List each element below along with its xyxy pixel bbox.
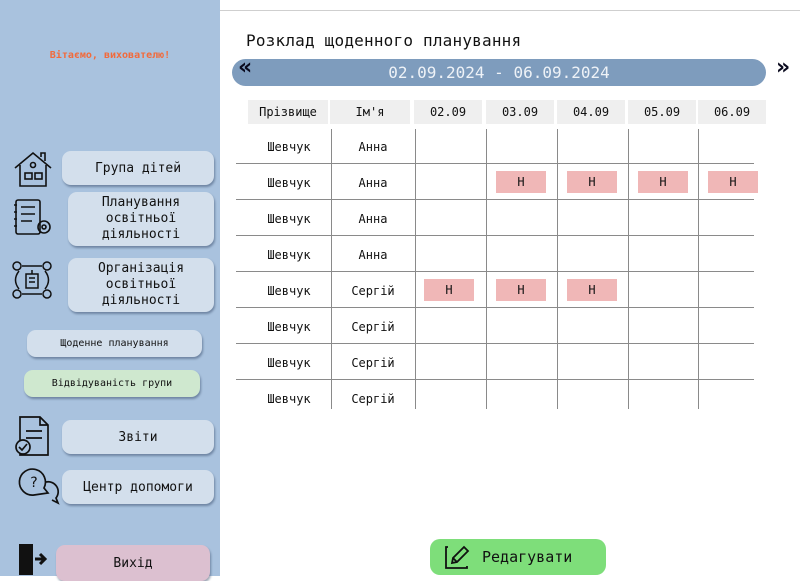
surname-cell: Шевчук — [267, 356, 311, 370]
exit-icon — [19, 544, 48, 575]
surname-cell: Шевчук — [267, 212, 311, 226]
reports-button[interactable]: Звіти — [62, 420, 214, 454]
planning-button[interactable]: Планування освітньої діяльності — [68, 192, 214, 246]
network-icon — [12, 261, 52, 299]
surname-header: Прізвище — [248, 100, 328, 124]
surname-cell: Шевчук — [267, 140, 311, 154]
day-2-header: 03.09 — [486, 100, 554, 124]
help-icon: ? — [18, 468, 60, 505]
sidebar: Вітаємо, вихователю! Група дітей Планува… — [0, 0, 220, 581]
checklist-icon — [14, 199, 51, 235]
name-cell: Анна — [358, 176, 388, 190]
report-icon — [15, 416, 49, 456]
name-cell: Сергій — [351, 392, 395, 406]
row-divider — [236, 235, 754, 236]
edit-button-label: Редагувати — [482, 548, 573, 566]
row-divider — [236, 271, 754, 272]
row-divider — [236, 307, 754, 308]
column-divider — [331, 129, 332, 409]
column-divider — [698, 129, 699, 409]
column-divider — [628, 129, 629, 409]
surname-cell: Шевчук — [267, 392, 311, 406]
help-center-button[interactable]: Центр допомоги — [62, 470, 214, 504]
absence-mark[interactable]: Н — [496, 171, 546, 193]
page-title: Розклад щоденного планування — [246, 31, 522, 50]
column-divider — [486, 129, 487, 409]
top-divider — [220, 10, 800, 11]
absence-mark[interactable]: Н — [496, 279, 546, 301]
day-3-header: 04.09 — [557, 100, 625, 124]
svg-text:?: ? — [30, 475, 37, 491]
daily-planning-button[interactable]: Щоденне планування — [27, 330, 202, 357]
absence-mark[interactable]: Н — [567, 171, 617, 193]
surname-cell: Шевчук — [267, 320, 311, 334]
surname-cell: Шевчук — [267, 248, 311, 262]
organization-button[interactable]: Організація освітньої діяльності — [68, 258, 214, 312]
absence-mark[interactable]: Н — [424, 279, 474, 301]
name-cell: Сергій — [351, 356, 395, 370]
surname-cell: Шевчук — [267, 176, 311, 190]
name-cell: Сергій — [351, 320, 395, 334]
name-cell: Анна — [358, 140, 388, 154]
prev-week-arrow[interactable]: « — [238, 55, 252, 80]
week-range: 02.09.2024 - 06.09.2024 — [388, 63, 610, 82]
column-divider — [557, 129, 558, 409]
name-header: Ім'я — [330, 100, 410, 124]
group-button[interactable]: Група дітей — [62, 151, 214, 185]
absence-mark[interactable]: Н — [638, 171, 688, 193]
row-divider — [236, 199, 754, 200]
greeting-text: Вітаємо, вихователю! — [49, 50, 171, 61]
name-cell: Сергій — [351, 284, 395, 298]
absence-mark[interactable]: Н — [567, 279, 617, 301]
name-cell: Анна — [358, 212, 388, 226]
row-divider — [236, 379, 754, 380]
row-divider — [236, 343, 754, 344]
day-5-header: 06.09 — [698, 100, 766, 124]
name-cell: Анна — [358, 248, 388, 262]
row-divider — [236, 163, 754, 164]
column-divider — [415, 129, 416, 409]
surname-cell: Шевчук — [267, 284, 311, 298]
house-icon — [14, 151, 52, 187]
absence-mark[interactable]: Н — [708, 171, 758, 193]
day-4-header: 05.09 — [628, 100, 696, 124]
day-1-header: 02.09 — [414, 100, 482, 124]
attendance-button[interactable]: Відвідуваність групи — [24, 370, 200, 397]
week-selector: 02.09.2024 - 06.09.2024 — [232, 59, 766, 86]
pencil-icon — [445, 545, 470, 569]
edit-button[interactable]: Редагувати — [430, 539, 606, 575]
next-week-arrow[interactable]: » — [776, 55, 790, 80]
